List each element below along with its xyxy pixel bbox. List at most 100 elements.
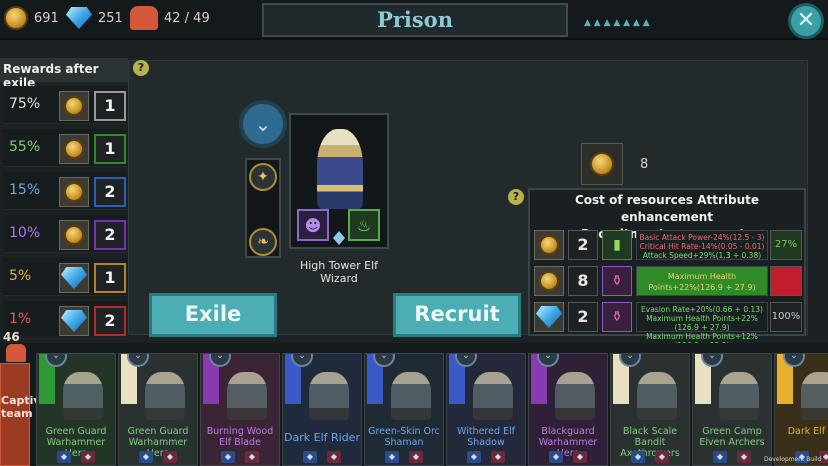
reward-icon-box [59,134,89,164]
recruit-button[interactable]: Recruit [393,293,521,337]
hero-sprite [473,372,513,420]
hero-name: Withered Elf Shadow [457,426,515,448]
reward-row: 10% 2 [3,215,127,253]
hero-sprite [719,372,759,420]
demote-button[interactable]: ⌄ [239,100,287,148]
attribute-line: Maximum Health [667,272,737,281]
hero-name: Black Scale Bandit Axethrowers [620,426,680,459]
hero-sprite [391,372,431,420]
attribute-line: Basic Attack Power-24%(12.5 - 3) [639,233,765,242]
attribute-line: Critical Hit Rate-14%(0.05 - 0.01) [639,242,765,251]
page-title: Prison [262,3,568,37]
trait-icon: ◆ [327,451,341,463]
reward-count: 2 [94,177,126,207]
cost-row: 8 ⚱ Maximum Health Points+22%(126.9 + 27.9)… [532,264,804,298]
reward-count: 2 [94,306,126,336]
reward-count: 1 [94,263,126,293]
gem-icon [61,267,87,289]
attribute-line: Attack Speed+29%(1.3 + 0.38) [642,251,762,260]
trait-icon: ◆ [549,451,563,463]
hero-sprite [801,372,828,420]
captive-team-tab[interactable]: Captive team [0,363,48,466]
hero-card[interactable]: ⌄ Dark Elf Rider ◆ ◆ [282,353,362,466]
close-button[interactable]: ✕ [788,3,824,39]
trait-icon: ◆ [163,451,177,463]
hero-name: Dark Elf Sh [787,426,828,437]
hero-name: Dark Elf Rider [284,431,360,444]
reward-icon-box [59,263,89,293]
gold-value: 691 [34,10,59,26]
ornament-icon: ▲ ▲ ▲ ▲ ▲ ▲ ▲ [584,18,650,28]
reward-chance: 55% [9,139,41,155]
attribute-line: Evasion Rate+20%(0.66 + 0.13) [641,305,763,314]
trait-icon: ◆ [631,451,645,463]
reward-row: 55% 1 [3,129,127,167]
hero-name: Green Guard Warhammer Hero [45,426,107,459]
hero-card[interactable]: ⌄Dark Elf Sh◆◆ [774,353,828,466]
gold-coin-icon [64,96,84,116]
close-icon: ✕ [796,8,816,33]
cost-help-button[interactable]: ? [508,189,524,205]
gold-coin-icon [539,235,559,255]
wings-skill-icon[interactable]: ✦ [249,163,277,191]
reward-count: 1 [94,91,126,121]
captive-count: 46 [3,330,20,344]
cost-row: 2 ▮ Basic Attack Power-24%(12.5 - 3) Critic… [532,228,804,262]
hero-name: Green-Skin Orc Shaman [368,426,440,448]
success-rate: 27% [770,230,802,260]
feather-skill-icon[interactable]: ❧ [249,228,277,256]
cost-coin-box [581,143,623,185]
trait-icon: ◆ [385,451,399,463]
reward-chance: 75% [9,96,41,112]
hero-card[interactable]: ⌄ Black Scale Bandit Axethrowers ◆ ◆ [610,353,690,466]
hero-name: Blackguard Warhammer Hero [538,426,598,459]
gold-coin-icon [64,182,84,202]
prisoner-name: High Tower Elf Wizard [299,259,379,285]
elf-wizard-sprite [317,129,363,209]
trait-icon: ◆ [57,451,71,463]
gold-coin-icon [64,225,84,245]
rewards-help-button[interactable]: ? [133,60,149,76]
hero-sprite [227,372,267,420]
gem-icon [536,306,562,328]
cost-amount: 8 [640,157,649,172]
hero-card[interactable]: ⌄ Withered Elf Shadow ◆ ◆ [446,353,526,466]
flame-skill-icon[interactable]: ♨ [348,209,380,241]
hero-card[interactable]: ⌄ Green Camp Elven Archers ◆ ◆ [692,353,772,466]
reward-icon-box [59,306,89,336]
attribute-line: Maximum Health Points+22%(126.9 + 27.9) [646,314,758,332]
hero-sprite [63,372,103,420]
gem-icon [61,310,87,332]
demon-skill-icon[interactable]: ☻ [297,209,329,241]
population-value: 42 / 49 [164,10,210,26]
trait-icon: ◆ [221,451,235,463]
trait-icon: ◆ [409,451,423,463]
success-rate: 100% [770,302,802,332]
cost-icon-box [534,230,564,260]
hero-card[interactable]: ⌄ Green Guard Warhammer Hero ◆ ◆ [118,353,198,466]
reward-count: 1 [94,134,126,164]
hero-card[interactable]: ⌄ Blackguard Warhammer Hero ◆ ◆ [528,353,608,466]
hero-sprite [555,372,595,420]
hero-sprite [145,372,185,420]
reward-chance: 1% [9,311,32,327]
hero-name: Burning Wood Elf Blade [206,426,274,448]
trait-icon: ◆ [491,451,505,463]
success-rate: 100% [770,266,802,296]
exile-button[interactable]: Exile [149,293,277,337]
trait-icon: ◆ [713,451,727,463]
attribute-enhancement: Evasion Rate+20%(0.66 + 0.13) Maximum Hea… [636,302,768,350]
hero-card[interactable]: ⌄ Green Guard Warhammer Hero ◆ ◆ [36,353,116,466]
reward-icon-box [59,91,89,121]
cost-panel: Cost of resources Attribute enhancement … [528,188,806,350]
gold-coin-icon [4,6,28,30]
potion-icon: ⚱ [602,266,632,296]
hero-card[interactable]: ⌄ Green-Skin Orc Shaman ◆ ◆ [364,353,444,466]
reward-chance: 5% [9,268,32,284]
cost-icon-box [534,266,564,296]
attribute-line: Points+22%(126.9 + 27.9) [648,283,756,292]
hero-sprite [637,372,677,420]
hero-card[interactable]: ⌄ Burning Wood Elf Blade ◆ ◆ [200,353,280,466]
population-icon [130,6,158,30]
trait-icon: ◆ [573,451,587,463]
